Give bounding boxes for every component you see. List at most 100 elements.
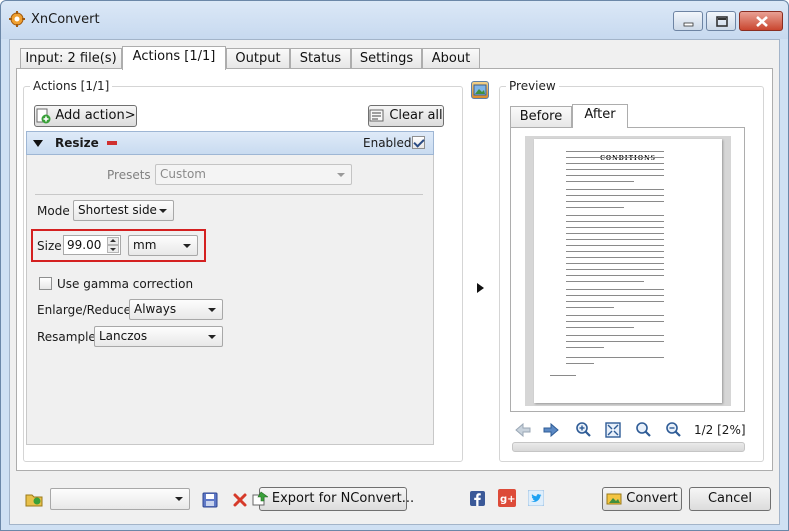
close-icon: [756, 16, 768, 27]
document-text-line: [566, 315, 664, 316]
preview-scrollbar[interactable]: [512, 442, 745, 452]
enlarge-reduce-label: Enlarge/Reduce: [37, 303, 132, 317]
save-preset-icon[interactable]: [202, 492, 218, 508]
tab-input[interactable]: Input: 2 file(s): [20, 48, 122, 69]
resize-action-body: Presets Custom Mode Shortest side Size 9…: [26, 155, 434, 445]
enlarge-reduce-value: Always: [134, 302, 177, 316]
tab-settings[interactable]: Settings: [351, 48, 422, 69]
twitter-icon[interactable]: [528, 490, 544, 506]
preview-canvas[interactable]: CONDITIONS: [525, 136, 731, 406]
zoom-in-icon[interactable]: [574, 421, 592, 439]
convert-icon: [606, 493, 622, 505]
chevron-down-icon: [208, 308, 216, 312]
unit-value: mm: [133, 238, 157, 252]
mode-label: Mode: [37, 204, 70, 218]
document-text-line: [566, 347, 604, 348]
add-action-label: Add action>: [55, 108, 136, 123]
maximize-button[interactable]: [706, 11, 736, 31]
resample-label: Resample: [37, 330, 96, 344]
presets-value: Custom: [160, 167, 206, 181]
preview-frame: CONDITIONS: [510, 127, 745, 412]
presets-label: Presets: [107, 168, 151, 182]
gamma-checkbox[interactable]: [39, 277, 52, 290]
maximize-icon: [716, 16, 728, 27]
preset-select[interactable]: [50, 488, 190, 510]
chevron-down-icon: [159, 209, 167, 213]
remove-action-icon[interactable]: [107, 141, 117, 146]
page-info: 1/2 [2%]: [694, 423, 746, 437]
google-plus-icon[interactable]: g+: [498, 489, 516, 507]
preview-image-icon: [473, 84, 487, 96]
preview-tab-after[interactable]: After: [572, 104, 628, 128]
export-nconvert-button[interactable]: Export for NConvert...: [252, 487, 414, 511]
spin-up-icon[interactable]: [107, 237, 119, 245]
clear-all-icon: [369, 109, 384, 122]
cancel-label: Cancel: [707, 491, 753, 506]
mode-select[interactable]: Shortest side: [73, 200, 174, 221]
zoom-icon[interactable]: [634, 421, 652, 439]
document-text-line: [566, 151, 664, 152]
document-text-line: [566, 281, 644, 282]
spin-down-icon[interactable]: [107, 245, 119, 253]
document-text-line: [566, 245, 664, 246]
splitter-arrow-icon[interactable]: [477, 283, 484, 293]
delete-preset-icon[interactable]: [232, 492, 248, 508]
document-text-line: [566, 363, 594, 364]
preview-toolbar: 1/2 [2%]: [512, 421, 747, 441]
document-text-line: [566, 335, 664, 336]
next-arrow-icon[interactable]: [542, 421, 560, 439]
resize-action-header[interactable]: Resize Enabled: [26, 131, 434, 155]
document-text-line: [566, 239, 664, 240]
fit-to-window-icon[interactable]: [604, 421, 622, 439]
enabled-checkbox[interactable]: [412, 136, 425, 149]
facebook-icon[interactable]: [470, 491, 485, 506]
document-text-line: [566, 257, 664, 258]
minimize-button[interactable]: [673, 11, 703, 31]
resample-select[interactable]: Lanczos: [94, 326, 223, 347]
document-text-line: [566, 263, 664, 264]
actions-tab-panel: Actions [1/1] Add action> Clear all Resi…: [16, 68, 773, 471]
resize-action-title: Resize: [55, 136, 99, 150]
tab-actions[interactable]: Actions [1/1]: [122, 46, 226, 70]
gamma-label: Use gamma correction: [57, 277, 194, 291]
tab-status[interactable]: Status: [290, 48, 351, 69]
document-text-line: [566, 295, 664, 296]
export-label: Export for NConvert...: [271, 491, 415, 506]
document-text-line: [566, 327, 634, 328]
close-window-button[interactable]: [739, 11, 783, 31]
preview-tab-before[interactable]: Before: [510, 106, 572, 128]
open-folder-icon[interactable]: [25, 490, 43, 508]
document-text-line: [566, 181, 634, 182]
tab-about[interactable]: About: [422, 48, 480, 69]
document-text-line: [566, 201, 664, 202]
enlarge-reduce-select[interactable]: Always: [129, 299, 223, 320]
mode-value: Shortest side: [78, 203, 157, 217]
clear-all-button[interactable]: Clear all: [368, 105, 444, 127]
previous-arrow-icon[interactable]: [514, 421, 532, 439]
separator-line: [35, 194, 423, 195]
main-client-area: Input: 2 file(s) Actions [1/1] Output St…: [9, 39, 780, 525]
convert-button[interactable]: Convert: [602, 487, 682, 511]
document-text-line: [566, 269, 664, 270]
preview-group: Preview Before After CONDITIONS 1/2 [2%]: [499, 79, 764, 462]
zoom-out-icon[interactable]: [664, 421, 682, 439]
document-text-line: [566, 207, 624, 208]
document-text-line: [566, 321, 664, 322]
document-text-line: [566, 157, 664, 158]
collapse-triangle-icon[interactable]: [33, 140, 43, 148]
app-window: XnConvert Input: 2 file(s) Actions [1/1]…: [0, 0, 789, 531]
size-spinbox[interactable]: 99.00: [63, 235, 121, 255]
cancel-button[interactable]: Cancel: [689, 487, 771, 511]
document-text-line: [566, 307, 614, 308]
tab-output[interactable]: Output: [226, 48, 290, 69]
window-title: XnConvert: [31, 12, 100, 27]
document-text-line: [566, 163, 664, 164]
title-bar[interactable]: XnConvert: [1, 1, 788, 39]
chevron-down-icon: [175, 497, 183, 501]
document-text-line: [566, 289, 664, 290]
preview-toggle-button[interactable]: [471, 81, 489, 99]
add-action-button[interactable]: Add action>: [34, 105, 137, 127]
document-text-line: [566, 175, 664, 176]
document-text-line: [566, 221, 664, 222]
unit-select[interactable]: mm: [128, 235, 198, 256]
